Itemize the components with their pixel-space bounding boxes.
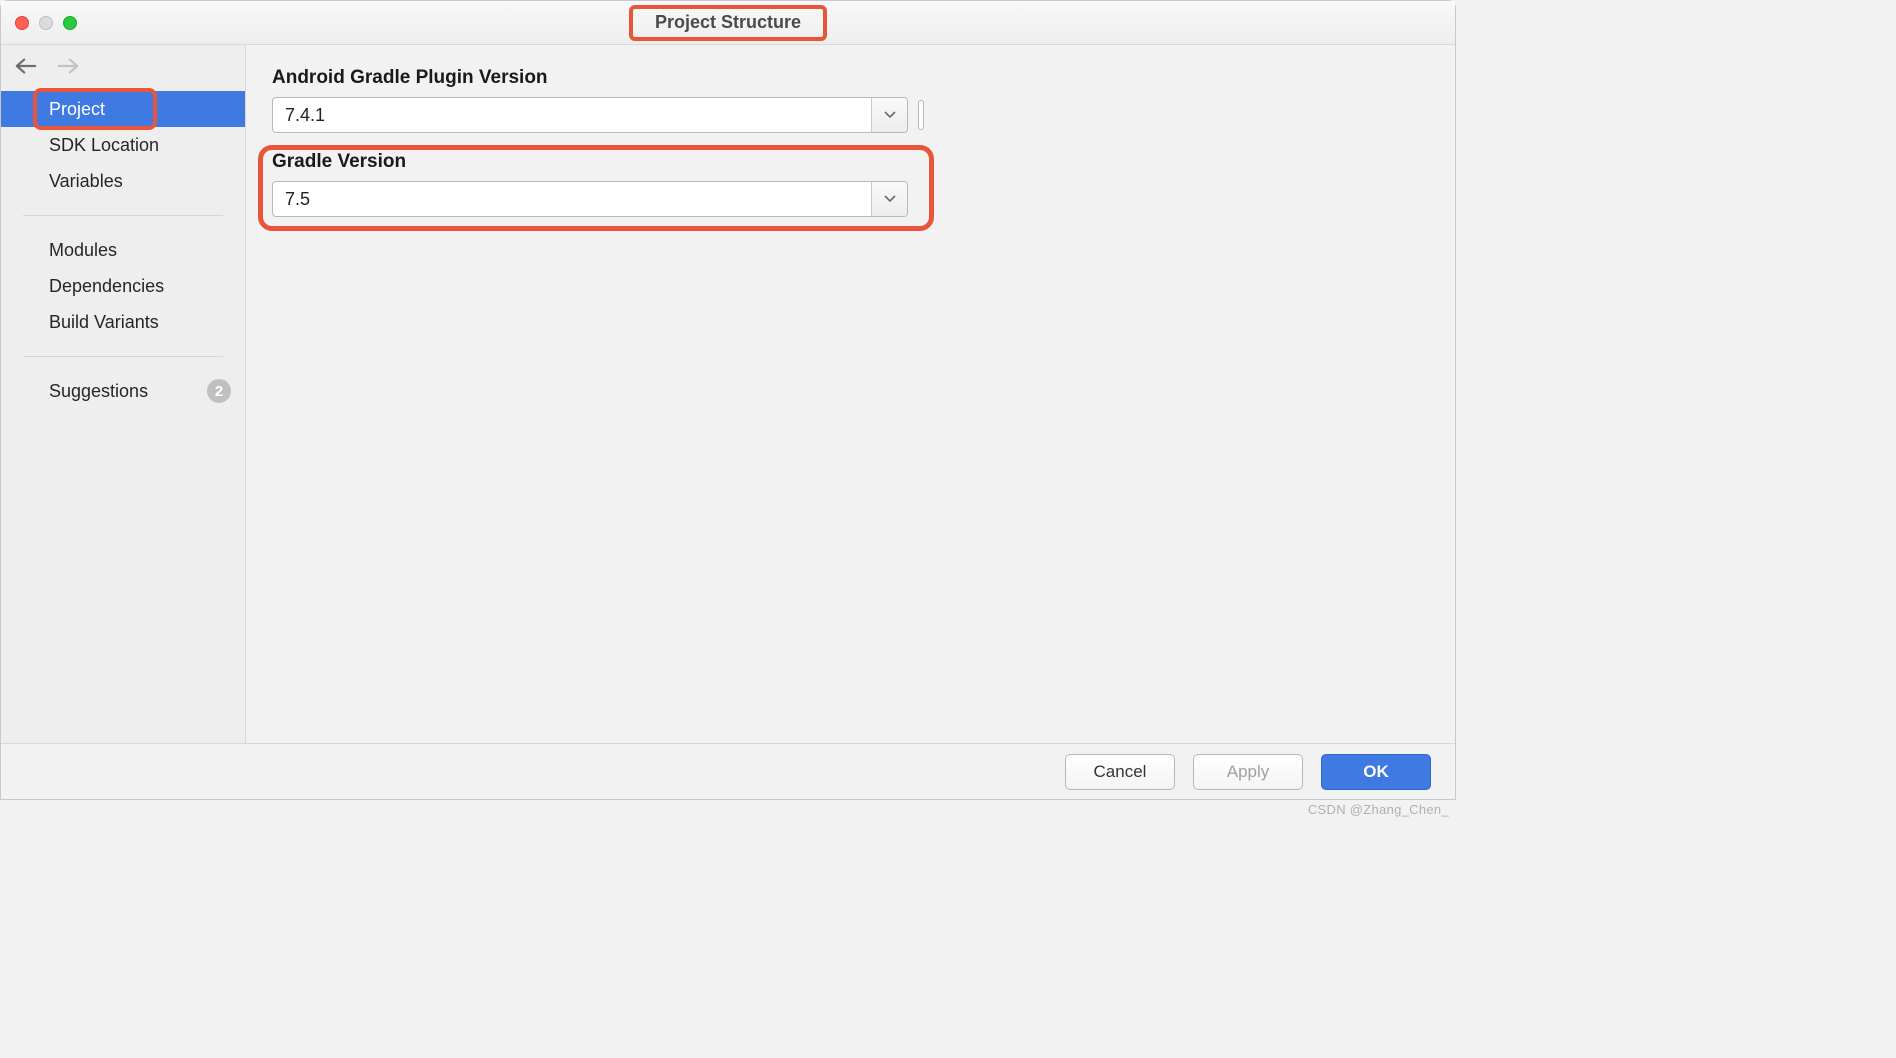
gradle-version-input[interactable]: [273, 182, 871, 216]
watermark-text: CSDN @Zhang_Chen_: [1308, 802, 1449, 817]
maximize-window-button[interactable]: [63, 16, 77, 30]
gradle-version-label: Gradle Version: [272, 151, 1429, 173]
agp-version-label: Android Gradle Plugin Version: [272, 67, 1429, 89]
project-structure-dialog: Project Structure Project SDK Location: [0, 0, 1456, 800]
sidebar-item-label: Build Variants: [49, 312, 159, 333]
agp-version-combo[interactable]: [272, 97, 908, 133]
apply-button: Apply: [1193, 754, 1303, 790]
sidebar-item-sdk-location[interactable]: SDK Location: [1, 127, 245, 163]
sidebar-item-variables[interactable]: Variables: [1, 163, 245, 199]
cancel-button[interactable]: Cancel: [1065, 754, 1175, 790]
sidebar-separator: [23, 356, 223, 357]
arrow-left-icon: [15, 57, 37, 75]
nav-history: [1, 45, 245, 83]
arrow-right-icon: [57, 57, 79, 75]
sidebar-item-modules[interactable]: Modules: [1, 232, 245, 268]
sidebar-item-label: Dependencies: [49, 276, 164, 297]
nav-forward-button[interactable]: [57, 55, 79, 77]
titlebar: Project Structure: [1, 1, 1455, 45]
ok-button[interactable]: OK: [1321, 754, 1431, 790]
dialog-body: Project SDK Location Variables Modules D…: [1, 45, 1455, 743]
minimize-window-button[interactable]: [39, 16, 53, 30]
sidebar-item-label: Variables: [49, 171, 123, 192]
sidebar-list: Project SDK Location Variables Modules D…: [1, 83, 245, 409]
gradle-version-field: Gradle Version: [272, 151, 1429, 217]
agp-extra-control[interactable]: [918, 100, 924, 130]
sidebar-item-label: Modules: [49, 240, 117, 261]
sidebar-item-build-variants[interactable]: Build Variants: [1, 304, 245, 340]
sidebar-item-project[interactable]: Project: [1, 91, 245, 127]
close-window-button[interactable]: [15, 16, 29, 30]
main-panel: Android Gradle Plugin Version Gradle Ver…: [246, 45, 1455, 743]
chevron-down-icon: [884, 195, 896, 203]
gradle-version-combo[interactable]: [272, 181, 908, 217]
sidebar-item-suggestions[interactable]: Suggestions 2: [1, 373, 245, 409]
sidebar-item-dependencies[interactable]: Dependencies: [1, 268, 245, 304]
agp-version-dropdown-button[interactable]: [871, 98, 907, 132]
window-controls: [15, 16, 77, 30]
sidebar-item-label: SDK Location: [49, 135, 159, 156]
sidebar: Project SDK Location Variables Modules D…: [1, 45, 246, 743]
dialog-footer: Cancel Apply OK: [1, 743, 1455, 799]
agp-version-input[interactable]: [273, 98, 871, 132]
window-title: Project Structure: [655, 12, 801, 33]
sidebar-item-label: Project: [49, 99, 105, 120]
suggestions-count-badge: 2: [207, 379, 231, 403]
sidebar-item-label: Suggestions: [49, 381, 148, 402]
agp-version-field: Android Gradle Plugin Version: [272, 67, 1429, 133]
sidebar-separator: [23, 215, 223, 216]
chevron-down-icon: [884, 111, 896, 119]
gradle-version-dropdown-button[interactable]: [871, 182, 907, 216]
nav-back-button[interactable]: [15, 55, 37, 77]
